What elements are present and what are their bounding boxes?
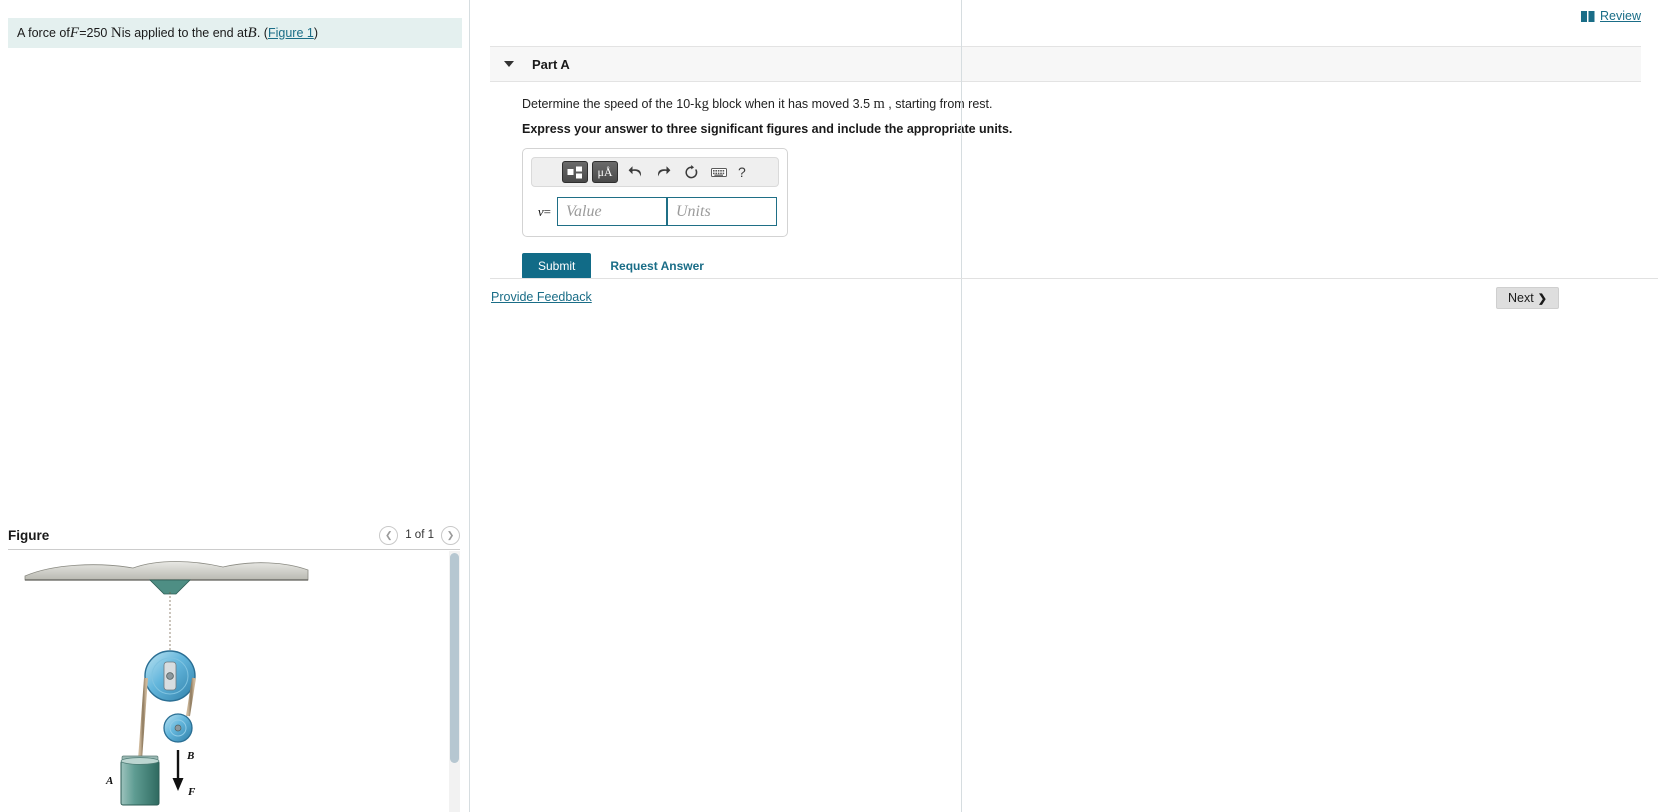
label-force-f: F — [187, 786, 196, 798]
part-a-section: Part A Determine the speed of the 10-kg … — [490, 46, 1641, 279]
answer-variable-label: v= — [531, 204, 557, 220]
block-a — [120, 755, 160, 806]
problem-period: . ( — [256, 26, 268, 40]
review-link[interactable]: Review — [1600, 9, 1641, 23]
undo-arrow-icon[interactable] — [624, 161, 646, 183]
figure-viewport: B F A — [8, 549, 460, 812]
problem-page: A force of F = 250 N is applied to the e… — [0, 0, 1658, 812]
answer-toolbar: μÅ ? — [531, 157, 779, 187]
problem-close-paren: ) — [313, 26, 318, 40]
figure-title: Figure — [8, 527, 50, 543]
answer-input-row: v= Value Units — [531, 197, 779, 226]
question-middle: block when it has moved 3.5 — [708, 97, 874, 111]
figure-page-label: 1 of 1 — [405, 529, 434, 541]
figure-next-button[interactable]: ❯ — [441, 525, 460, 545]
figure-scrollbar-thumb[interactable] — [450, 553, 459, 763]
figure-scrollbar-track[interactable] — [449, 551, 460, 812]
pane-divider — [469, 0, 470, 812]
question-unit-distance: m — [873, 96, 885, 112]
figure-1-link[interactable]: Figure 1 — [268, 26, 314, 40]
ceiling-bracket — [149, 579, 191, 595]
equals-sign: = — [79, 26, 87, 40]
force-arrow — [172, 750, 184, 791]
right-pane-left-border — [961, 0, 962, 812]
label-block-a: A — [105, 775, 113, 787]
part-a-title: Part A — [532, 56, 570, 72]
answer-value-input[interactable]: Value — [557, 197, 667, 226]
value-placeholder: Value — [566, 202, 602, 220]
redo-arrow-icon[interactable] — [652, 161, 674, 183]
force-unit: N — [110, 24, 122, 41]
answer-actions: Submit Request Answer — [522, 253, 1641, 279]
equals-symbol: = — [543, 203, 551, 219]
answer-instruction: Express your answer to three significant… — [522, 122, 1013, 136]
left-pane: A force of F = 250 N is applied to the e… — [0, 0, 470, 812]
request-answer-link[interactable]: Request Answer — [610, 259, 704, 273]
force-symbol: F — [69, 24, 80, 41]
answer-units-input[interactable]: Units — [667, 197, 777, 226]
label-point-b: B — [186, 750, 194, 762]
force-value: 250 — [86, 26, 108, 40]
question-unit-mass: kg — [694, 96, 709, 112]
review-row[interactable]: Review — [1581, 9, 1641, 23]
provide-feedback-link[interactable]: Provide Feedback — [491, 290, 592, 304]
question-suffix: , starting from rest. — [884, 97, 993, 111]
next-button[interactable]: Next ❯ — [1496, 287, 1559, 309]
small-pulley — [163, 713, 193, 743]
part-a-body: Determine the speed of the 10-kg block w… — [490, 82, 1641, 279]
ceiling-support — [24, 561, 309, 581]
chevron-left-icon: ❮ — [384, 529, 393, 540]
figure-pager: ❮ 1 of 1 ❯ — [379, 525, 460, 545]
rope-left-strand — [138, 677, 148, 761]
right-pane: Review Part A Determine the speed of the… — [471, 0, 1658, 812]
reset-circular-arrow-icon[interactable] — [680, 161, 702, 183]
question-text: Determine the speed of the 10-kg block w… — [522, 96, 1641, 113]
pulley-system-diagram: B F A — [24, 561, 309, 806]
figure-header: Figure ❮ 1 of 1 ❯ — [8, 522, 460, 548]
large-pulley — [144, 650, 196, 702]
caret-down-icon[interactable] — [504, 61, 514, 67]
keyboard-icon[interactable] — [708, 161, 730, 183]
point-label-b: B — [247, 24, 257, 41]
units-placeholder: Units — [676, 202, 711, 220]
bottom-divider — [490, 278, 1658, 279]
figure-prev-button[interactable]: ❮ — [379, 525, 399, 545]
book-icon — [1581, 10, 1595, 22]
problem-text-middle: is applied to the end at — [121, 26, 248, 40]
answer-entry-widget: μÅ ? v= Value Units — [522, 148, 788, 237]
chevron-right-icon: ❯ — [1537, 292, 1547, 305]
units-icon[interactable]: μÅ — [592, 161, 618, 183]
submit-button[interactable]: Submit — [522, 253, 592, 279]
help-button[interactable]: ? — [738, 164, 746, 180]
math-template-icon[interactable] — [562, 161, 588, 183]
part-a-header[interactable]: Part A — [490, 46, 1641, 82]
chevron-right-icon: ❯ — [446, 529, 455, 540]
next-button-label: Next — [1508, 291, 1534, 305]
problem-text-before: A force of — [17, 26, 70, 40]
problem-statement: A force of F = 250 N is applied to the e… — [8, 18, 462, 48]
question-prefix: Determine the speed of the 10- — [522, 97, 695, 111]
